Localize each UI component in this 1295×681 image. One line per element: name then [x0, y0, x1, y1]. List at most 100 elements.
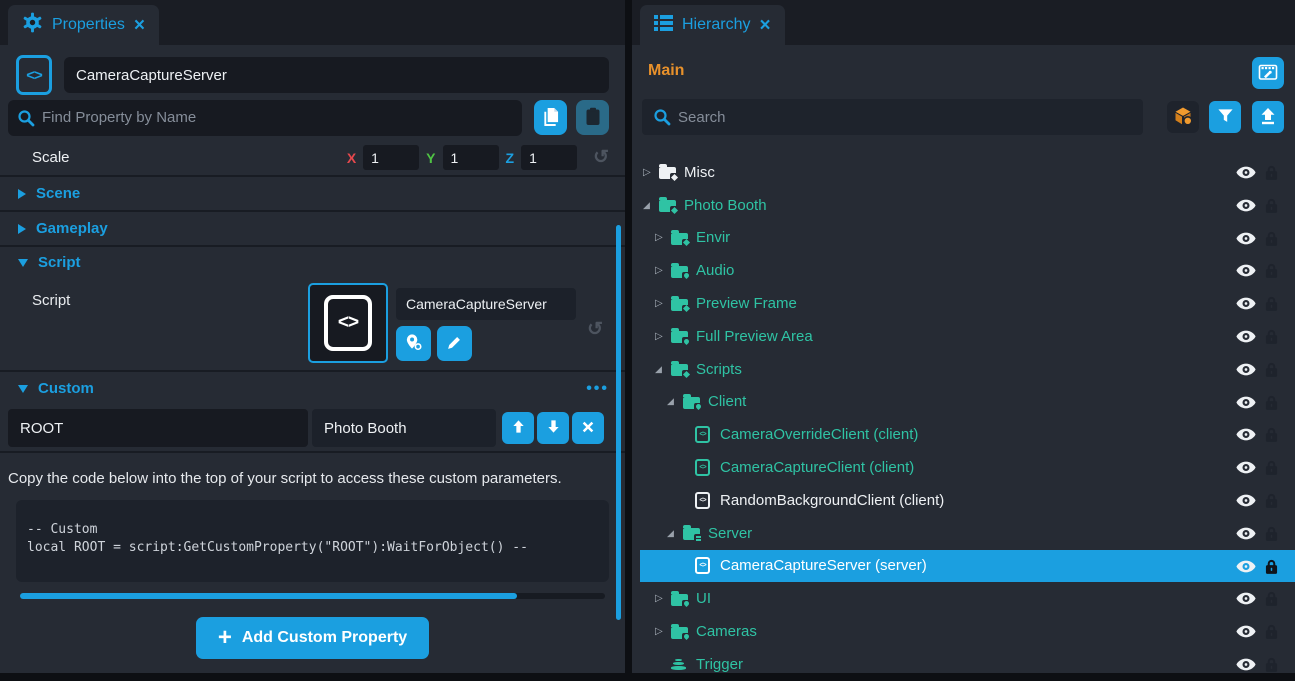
expand-arrow-icon[interactable]: [655, 232, 671, 243]
template-button[interactable]: [1167, 101, 1199, 133]
tree-row[interactable]: <> RandomBackgroundClient (client): [632, 484, 1295, 517]
tree-row[interactable]: UI: [632, 582, 1295, 615]
vertical-scrollbar[interactable]: [616, 225, 621, 620]
eye-icon[interactable]: [1236, 330, 1256, 348]
eye-icon[interactable]: [1236, 166, 1256, 184]
custom-property-name-field[interactable]: [8, 409, 308, 447]
eye-icon[interactable]: [1236, 592, 1256, 610]
publish-button[interactable]: [1252, 57, 1284, 89]
scale-x-field[interactable]: [363, 145, 419, 170]
eye-icon[interactable]: [1236, 199, 1256, 217]
tree-row[interactable]: Audio: [632, 254, 1295, 287]
lock-icon[interactable]: [1265, 295, 1278, 317]
eye-icon[interactable]: [1236, 658, 1256, 676]
lock-icon[interactable]: [1265, 492, 1278, 514]
eye-icon[interactable]: [1236, 297, 1256, 315]
tree-row[interactable]: Photo Booth: [632, 189, 1295, 222]
object-name-input[interactable]: [64, 57, 609, 93]
tree-row[interactable]: Trigger: [632, 648, 1295, 681]
eye-icon[interactable]: [1236, 527, 1256, 545]
tree-row[interactable]: Server: [632, 517, 1295, 550]
close-icon[interactable]: ×: [134, 16, 145, 35]
reset-scale-icon[interactable]: ↺: [593, 146, 609, 169]
expand-arrow-icon[interactable]: [667, 396, 683, 407]
eye-icon[interactable]: [1236, 232, 1256, 250]
upload-button[interactable]: [1252, 101, 1284, 133]
tree-row[interactable]: <> CameraOverrideClient (client): [632, 418, 1295, 451]
move-up-button[interactable]: [502, 412, 534, 444]
expand-arrow-icon[interactable]: [643, 167, 659, 178]
tree-row[interactable]: Client: [632, 386, 1295, 419]
reset-script-icon[interactable]: ↺: [587, 318, 603, 341]
eye-icon[interactable]: [1236, 396, 1256, 414]
section-custom[interactable]: Custom •••: [0, 372, 625, 405]
lock-icon[interactable]: [1265, 197, 1278, 219]
expand-arrow-icon[interactable]: [667, 528, 683, 539]
move-down-button[interactable]: [537, 412, 569, 444]
section-script[interactable]: Script: [0, 247, 625, 278]
close-icon[interactable]: ×: [759, 16, 770, 35]
section-scene[interactable]: Scene: [0, 177, 625, 212]
add-custom-property-button[interactable]: + Add Custom Property: [196, 617, 429, 659]
lock-icon[interactable]: [1265, 558, 1278, 580]
tree-row[interactable]: Full Preview Area: [632, 320, 1295, 353]
expand-arrow-icon[interactable]: [655, 265, 671, 276]
expand-arrow-icon[interactable]: [655, 593, 671, 604]
lock-icon[interactable]: [1265, 361, 1278, 383]
lock-icon[interactable]: [1265, 426, 1278, 448]
tree-item-label: Misc: [684, 164, 715, 181]
section-gameplay[interactable]: Gameplay: [0, 212, 625, 247]
tree-row[interactable]: Misc: [632, 156, 1295, 189]
eye-icon[interactable]: [1236, 363, 1256, 381]
lock-icon[interactable]: [1265, 394, 1278, 416]
tree-item-label: Client: [708, 393, 746, 410]
scale-y-field[interactable]: [443, 145, 499, 170]
tab-hierarchy[interactable]: Hierarchy ×: [640, 5, 785, 45]
expand-arrow-icon[interactable]: [655, 626, 671, 637]
find-property-input[interactable]: [8, 100, 522, 136]
filter-button[interactable]: [1209, 101, 1241, 133]
expand-arrow-icon[interactable]: [655, 298, 671, 309]
tree-row[interactable]: Cameras: [632, 615, 1295, 648]
scale-z-field[interactable]: [521, 145, 577, 170]
tree-row[interactable]: Scripts: [632, 353, 1295, 386]
script-asset-name: CameraCaptureServer: [396, 288, 576, 320]
delete-property-button[interactable]: [572, 412, 604, 444]
axis-y-label: Y: [426, 150, 435, 166]
lock-icon[interactable]: [1265, 328, 1278, 350]
lock-icon[interactable]: [1265, 230, 1278, 252]
tree-row[interactable]: <> CameraCaptureServer (server): [632, 550, 1295, 583]
horizontal-scrollbar[interactable]: [20, 593, 605, 599]
lock-icon[interactable]: [1265, 459, 1278, 481]
lock-icon[interactable]: [1265, 590, 1278, 612]
more-options-icon[interactable]: •••: [586, 380, 609, 398]
tree-row[interactable]: Preview Frame: [632, 287, 1295, 320]
copy-button[interactable]: [534, 100, 567, 135]
eye-icon[interactable]: [1236, 560, 1256, 578]
lock-icon[interactable]: [1265, 656, 1278, 678]
custom-property-value-field[interactable]: [312, 409, 496, 447]
lock-icon[interactable]: [1265, 623, 1278, 645]
tab-properties[interactable]: Properties ×: [8, 5, 159, 45]
tree-item-label: CameraCaptureServer (server): [720, 557, 927, 574]
tree-row[interactable]: Envir: [632, 222, 1295, 255]
expand-arrow-icon[interactable]: [655, 331, 671, 342]
locate-asset-button[interactable]: [396, 326, 431, 361]
scene-name-label[interactable]: Main: [648, 62, 684, 80]
expand-arrow-icon[interactable]: [655, 364, 671, 375]
expand-arrow-icon[interactable]: [643, 200, 659, 211]
lock-icon[interactable]: [1265, 525, 1278, 547]
script-asset-slot[interactable]: <>: [308, 283, 388, 363]
eye-icon[interactable]: [1236, 494, 1256, 512]
lock-icon[interactable]: [1265, 262, 1278, 284]
tree-row[interactable]: <> CameraCaptureClient (client): [632, 451, 1295, 484]
edit-script-button[interactable]: [437, 326, 472, 361]
lock-icon[interactable]: [1265, 164, 1278, 186]
eye-icon[interactable]: [1236, 461, 1256, 479]
scale-label: Scale: [32, 149, 70, 166]
eye-icon[interactable]: [1236, 625, 1256, 643]
eye-icon[interactable]: [1236, 264, 1256, 282]
hierarchy-search-input[interactable]: [642, 99, 1143, 135]
paste-button[interactable]: [576, 100, 609, 135]
eye-icon[interactable]: [1236, 428, 1256, 446]
